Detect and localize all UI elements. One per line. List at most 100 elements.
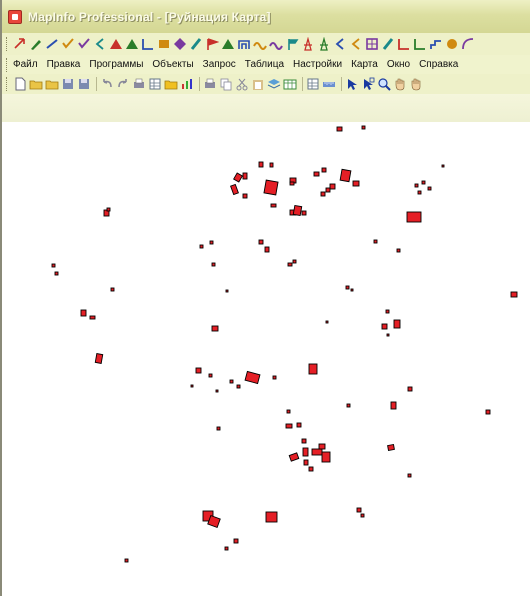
undo-icon[interactable]	[100, 77, 114, 91]
building-polygon[interactable]	[303, 459, 309, 466]
open-icon[interactable]	[45, 77, 59, 91]
building-polygon[interactable]	[258, 239, 264, 245]
building-polygon[interactable]	[225, 289, 229, 293]
building-polygon[interactable]	[244, 370, 261, 385]
chevron-icon[interactable]	[349, 37, 363, 51]
gate-icon[interactable]	[237, 37, 251, 51]
menu-edit[interactable]: Правка	[47, 59, 81, 70]
building-polygon[interactable]	[360, 513, 365, 518]
building-polygon[interactable]	[269, 162, 274, 168]
building-polygon[interactable]	[346, 403, 351, 408]
building-polygon[interactable]	[387, 443, 395, 452]
building-polygon[interactable]	[386, 333, 390, 337]
building-polygon[interactable]	[242, 172, 248, 180]
tower-icon[interactable]	[301, 37, 315, 51]
brush-icon[interactable]	[381, 37, 395, 51]
check-icon[interactable]	[77, 37, 91, 51]
building-polygon[interactable]	[264, 246, 270, 253]
building-polygon[interactable]	[236, 384, 241, 389]
building-polygon[interactable]	[485, 409, 491, 415]
menu-map[interactable]: Карта	[351, 59, 378, 70]
building-polygon[interactable]	[224, 546, 229, 551]
building-polygon[interactable]	[441, 164, 445, 168]
building-polygon[interactable]	[233, 172, 243, 183]
table-icon[interactable]	[283, 77, 297, 91]
grid-icon[interactable]	[306, 77, 320, 91]
tower-icon[interactable]	[317, 37, 331, 51]
triangle-icon[interactable]	[125, 37, 139, 51]
building-polygon[interactable]	[321, 451, 331, 463]
layers-icon[interactable]	[267, 77, 281, 91]
building-polygon[interactable]	[313, 171, 320, 177]
triangle-icon[interactable]	[221, 37, 235, 51]
building-polygon[interactable]	[190, 384, 194, 388]
building-polygon[interactable]	[296, 422, 302, 428]
building-polygon[interactable]	[385, 309, 390, 314]
triangle-icon[interactable]	[109, 37, 123, 51]
arrow-icon[interactable]	[13, 37, 27, 51]
building-polygon[interactable]	[263, 179, 279, 196]
print-icon[interactable]	[203, 77, 217, 91]
angle-icon[interactable]	[141, 37, 155, 51]
building-polygon[interactable]	[287, 262, 293, 267]
building-polygon[interactable]	[286, 409, 291, 414]
building-polygon[interactable]	[345, 285, 350, 290]
wave-icon[interactable]	[269, 37, 283, 51]
print-icon[interactable]	[132, 77, 146, 91]
building-polygon[interactable]	[361, 125, 366, 130]
open-icon[interactable]	[29, 77, 43, 91]
building-polygon[interactable]	[285, 423, 293, 429]
building-polygon[interactable]	[301, 438, 307, 444]
menu-window[interactable]: Окно	[387, 59, 410, 70]
building-polygon[interactable]	[356, 507, 362, 513]
building-polygon[interactable]	[417, 190, 422, 195]
building-polygon[interactable]	[301, 210, 307, 216]
paste-icon[interactable]	[251, 77, 265, 91]
menubar-grip[interactable]	[6, 57, 9, 72]
building-polygon[interactable]	[427, 186, 432, 191]
building-polygon[interactable]	[216, 426, 221, 431]
wave-icon[interactable]	[253, 37, 267, 51]
hand-icon[interactable]	[409, 77, 423, 91]
save-icon[interactable]	[77, 77, 91, 91]
menu-objects[interactable]: Объекты	[152, 59, 193, 70]
building-polygon[interactable]	[321, 167, 327, 173]
building-polygon[interactable]	[414, 183, 419, 188]
building-polygon[interactable]	[292, 259, 297, 264]
toolbar-grip[interactable]	[6, 77, 9, 91]
angle-icon[interactable]	[397, 37, 411, 51]
menu-file[interactable]: Файл	[13, 59, 38, 70]
building-polygon[interactable]	[421, 180, 426, 185]
menu-programs[interactable]: Программы	[89, 59, 143, 70]
building-polygon[interactable]	[390, 401, 397, 410]
building-polygon[interactable]	[94, 353, 104, 364]
building-polygon[interactable]	[215, 389, 219, 393]
building-polygon[interactable]	[352, 180, 360, 187]
chevron-icon[interactable]	[93, 37, 107, 51]
building-polygon[interactable]	[407, 386, 413, 392]
building-polygon[interactable]	[208, 373, 213, 378]
building-polygon[interactable]	[329, 183, 336, 190]
building-polygon[interactable]	[407, 473, 412, 478]
building-polygon[interactable]	[54, 271, 59, 276]
building-polygon[interactable]	[199, 244, 204, 249]
building-polygon[interactable]	[308, 466, 314, 472]
building-polygon[interactable]	[311, 448, 323, 456]
building-polygon[interactable]	[318, 443, 326, 450]
building-polygon[interactable]	[258, 161, 264, 168]
building-polygon[interactable]	[51, 263, 56, 268]
building-polygon[interactable]	[124, 558, 129, 563]
building-polygon[interactable]	[350, 288, 354, 292]
building-polygon[interactable]	[242, 193, 248, 199]
building-polygon[interactable]	[211, 262, 216, 267]
building-polygon[interactable]	[110, 287, 115, 292]
ruler-icon[interactable]	[322, 77, 336, 91]
building-polygon[interactable]	[393, 319, 401, 329]
menu-help[interactable]: Справка	[419, 59, 458, 70]
toolbar-grip[interactable]	[6, 37, 9, 51]
building-polygon[interactable]	[339, 168, 352, 183]
building-polygon[interactable]	[381, 323, 388, 330]
title-bar[interactable]: MapInfo Professional - [Руйнация Карта]	[2, 0, 530, 33]
building-polygon[interactable]	[270, 203, 277, 208]
building-polygon[interactable]	[265, 511, 278, 523]
